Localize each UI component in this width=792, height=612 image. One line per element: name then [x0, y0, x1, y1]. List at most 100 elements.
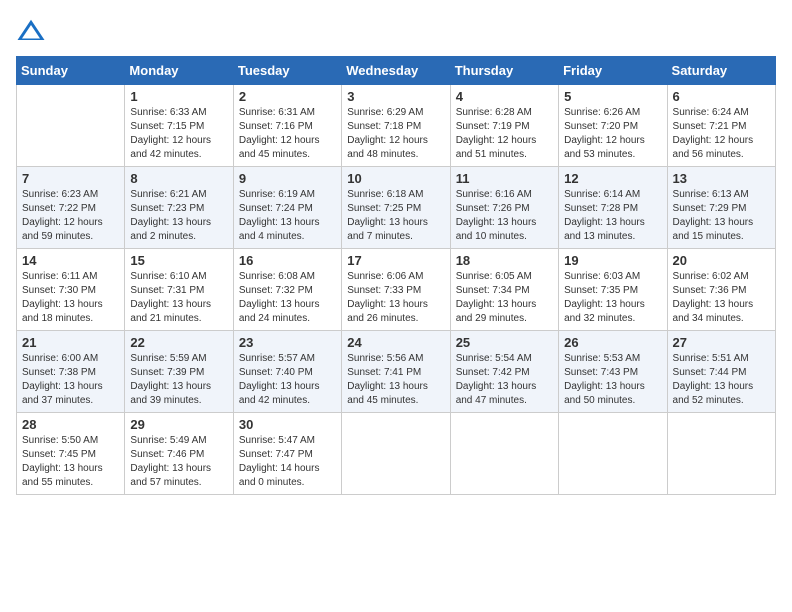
weekday-header: Tuesday — [233, 57, 341, 85]
calendar-cell: 6Sunrise: 6:24 AMSunset: 7:21 PMDaylight… — [667, 85, 775, 167]
cell-details: Sunrise: 6:06 AMSunset: 7:33 PMDaylight:… — [347, 270, 444, 326]
cell-details: Sunrise: 5:53 AMSunset: 7:43 PMDaylight:… — [564, 352, 661, 408]
cell-details: Sunrise: 5:57 AMSunset: 7:40 PMDaylight:… — [239, 352, 336, 408]
cell-details: Sunrise: 6:10 AMSunset: 7:31 PMDaylight:… — [130, 270, 227, 326]
day-number: 25 — [456, 335, 553, 350]
day-number: 27 — [673, 335, 770, 350]
cell-details: Sunrise: 6:21 AMSunset: 7:23 PMDaylight:… — [130, 188, 227, 244]
cell-details: Sunrise: 5:54 AMSunset: 7:42 PMDaylight:… — [456, 352, 553, 408]
cell-details: Sunrise: 5:59 AMSunset: 7:39 PMDaylight:… — [130, 352, 227, 408]
logo — [16, 16, 50, 46]
cell-details: Sunrise: 6:19 AMSunset: 7:24 PMDaylight:… — [239, 188, 336, 244]
day-number: 3 — [347, 89, 444, 104]
calendar-week-row: 1Sunrise: 6:33 AMSunset: 7:15 PMDaylight… — [17, 85, 776, 167]
cell-details: Sunrise: 5:50 AMSunset: 7:45 PMDaylight:… — [22, 434, 119, 490]
calendar-cell: 8 Sunrise: 6:21 AMSunset: 7:23 PMDaylight… — [125, 167, 233, 249]
weekday-header: Monday — [125, 57, 233, 85]
day-number: 26 — [564, 335, 661, 350]
day-number: 7 — [22, 171, 119, 186]
day-number: 19 — [564, 253, 661, 268]
day-number: 13 — [673, 171, 770, 186]
calendar-cell — [559, 413, 667, 495]
calendar-cell: 25 Sunrise: 5:54 AMSunset: 7:42 PMDayligh… — [450, 331, 558, 413]
day-number: 29 — [130, 417, 227, 432]
day-number: 22 — [130, 335, 227, 350]
calendar-cell — [17, 85, 125, 167]
day-number: 6 — [673, 89, 770, 104]
calendar-cell: 23 Sunrise: 5:57 AMSunset: 7:40 PMDayligh… — [233, 331, 341, 413]
calendar-cell: 10Sunrise: 6:18 AMSunset: 7:25 PMDayligh… — [342, 167, 450, 249]
cell-details: Sunrise: 5:49 AMSunset: 7:46 PMDaylight:… — [130, 434, 227, 490]
day-number: 14 — [22, 253, 119, 268]
cell-details: Sunrise: 5:56 AMSunset: 7:41 PMDaylight:… — [347, 352, 444, 408]
calendar-cell: 15 Sunrise: 6:10 AMSunset: 7:31 PMDayligh… — [125, 249, 233, 331]
calendar-week-row: 7 Sunrise: 6:23 AMSunset: 7:22 PMDaylight… — [17, 167, 776, 249]
day-number: 28 — [22, 417, 119, 432]
calendar-cell: 11 Sunrise: 6:16 AMSunset: 7:26 PMDayligh… — [450, 167, 558, 249]
weekday-header: Wednesday — [342, 57, 450, 85]
calendar-cell: 3 Sunrise: 6:29 AMSunset: 7:18 PMDaylight… — [342, 85, 450, 167]
cell-details: Sunrise: 6:26 AMSunset: 7:20 PMDaylight:… — [564, 106, 661, 162]
day-number: 24 — [347, 335, 444, 350]
calendar-cell: 18Sunrise: 6:05 AMSunset: 7:34 PMDayligh… — [450, 249, 558, 331]
calendar-cell: 9 Sunrise: 6:19 AMSunset: 7:24 PMDaylight… — [233, 167, 341, 249]
cell-details: Sunrise: 6:13 AMSunset: 7:29 PMDaylight:… — [673, 188, 770, 244]
day-number: 20 — [673, 253, 770, 268]
cell-details: Sunrise: 6:14 AMSunset: 7:28 PMDaylight:… — [564, 188, 661, 244]
calendar-cell: 21Sunrise: 6:00 AMSunset: 7:38 PMDayligh… — [17, 331, 125, 413]
calendar-cell — [342, 413, 450, 495]
logo-icon — [16, 16, 46, 46]
calendar-cell: 14 Sunrise: 6:11 AMSunset: 7:30 PMDayligh… — [17, 249, 125, 331]
day-number: 9 — [239, 171, 336, 186]
calendar-cell: 16 Sunrise: 6:08 AMSunset: 7:32 PMDayligh… — [233, 249, 341, 331]
day-number: 17 — [347, 253, 444, 268]
calendar-cell — [667, 413, 775, 495]
calendar-cell: 2 Sunrise: 6:31 AMSunset: 7:16 PMDaylight… — [233, 85, 341, 167]
calendar-cell: 4 Sunrise: 6:28 AMSunset: 7:19 PMDaylight… — [450, 85, 558, 167]
cell-details: Sunrise: 6:28 AMSunset: 7:19 PMDaylight:… — [456, 106, 553, 162]
day-number: 4 — [456, 89, 553, 104]
weekday-header: Friday — [559, 57, 667, 85]
calendar-cell: 24 Sunrise: 5:56 AMSunset: 7:41 PMDayligh… — [342, 331, 450, 413]
calendar-cell: 13 Sunrise: 6:13 AMSunset: 7:29 PMDayligh… — [667, 167, 775, 249]
day-number: 8 — [130, 171, 227, 186]
day-number: 30 — [239, 417, 336, 432]
calendar-cell: 17 Sunrise: 6:06 AMSunset: 7:33 PMDayligh… — [342, 249, 450, 331]
calendar-cell: 30 Sunrise: 5:47 AMSunset: 7:47 PMDayligh… — [233, 413, 341, 495]
day-number: 15 — [130, 253, 227, 268]
day-number: 10 — [347, 171, 444, 186]
day-number: 23 — [239, 335, 336, 350]
cell-details: Sunrise: 6:00 AMSunset: 7:38 PMDaylight:… — [22, 352, 119, 408]
day-number: 12 — [564, 171, 661, 186]
calendar-cell: 29 Sunrise: 5:49 AMSunset: 7:46 PMDayligh… — [125, 413, 233, 495]
cell-details: Sunrise: 6:23 AMSunset: 7:22 PMDaylight:… — [22, 188, 119, 244]
day-number: 16 — [239, 253, 336, 268]
weekday-header: Thursday — [450, 57, 558, 85]
day-number: 11 — [456, 171, 553, 186]
calendar-cell: 7 Sunrise: 6:23 AMSunset: 7:22 PMDaylight… — [17, 167, 125, 249]
calendar-week-row: 14 Sunrise: 6:11 AMSunset: 7:30 PMDayligh… — [17, 249, 776, 331]
calendar-cell — [450, 413, 558, 495]
day-number: 5 — [564, 89, 661, 104]
calendar-header-row: SundayMondayTuesdayWednesdayThursdayFrid… — [17, 57, 776, 85]
calendar-cell: 26 Sunrise: 5:53 AMSunset: 7:43 PMDayligh… — [559, 331, 667, 413]
calendar-week-row: 28 Sunrise: 5:50 AMSunset: 7:45 PMDayligh… — [17, 413, 776, 495]
cell-details: Sunrise: 6:16 AMSunset: 7:26 PMDaylight:… — [456, 188, 553, 244]
cell-details: Sunrise: 6:31 AMSunset: 7:16 PMDaylight:… — [239, 106, 336, 162]
cell-details: Sunrise: 5:47 AMSunset: 7:47 PMDaylight:… — [239, 434, 336, 490]
calendar-cell: 20 Sunrise: 6:02 AMSunset: 7:36 PMDayligh… — [667, 249, 775, 331]
page-header — [16, 16, 776, 46]
calendar-cell: 27 Sunrise: 5:51 AMSunset: 7:44 PMDayligh… — [667, 331, 775, 413]
cell-details: Sunrise: 5:51 AMSunset: 7:44 PMDaylight:… — [673, 352, 770, 408]
cell-details: Sunrise: 6:05 AMSunset: 7:34 PMDaylight:… — [456, 270, 553, 326]
calendar-cell: 1Sunrise: 6:33 AMSunset: 7:15 PMDaylight… — [125, 85, 233, 167]
calendar-week-row: 21Sunrise: 6:00 AMSunset: 7:38 PMDayligh… — [17, 331, 776, 413]
calendar-cell: 28 Sunrise: 5:50 AMSunset: 7:45 PMDayligh… — [17, 413, 125, 495]
cell-details: Sunrise: 6:11 AMSunset: 7:30 PMDaylight:… — [22, 270, 119, 326]
calendar-cell: 22 Sunrise: 5:59 AMSunset: 7:39 PMDayligh… — [125, 331, 233, 413]
cell-details: Sunrise: 6:29 AMSunset: 7:18 PMDaylight:… — [347, 106, 444, 162]
day-number: 2 — [239, 89, 336, 104]
weekday-header: Saturday — [667, 57, 775, 85]
cell-details: Sunrise: 6:02 AMSunset: 7:36 PMDaylight:… — [673, 270, 770, 326]
cell-details: Sunrise: 6:08 AMSunset: 7:32 PMDaylight:… — [239, 270, 336, 326]
